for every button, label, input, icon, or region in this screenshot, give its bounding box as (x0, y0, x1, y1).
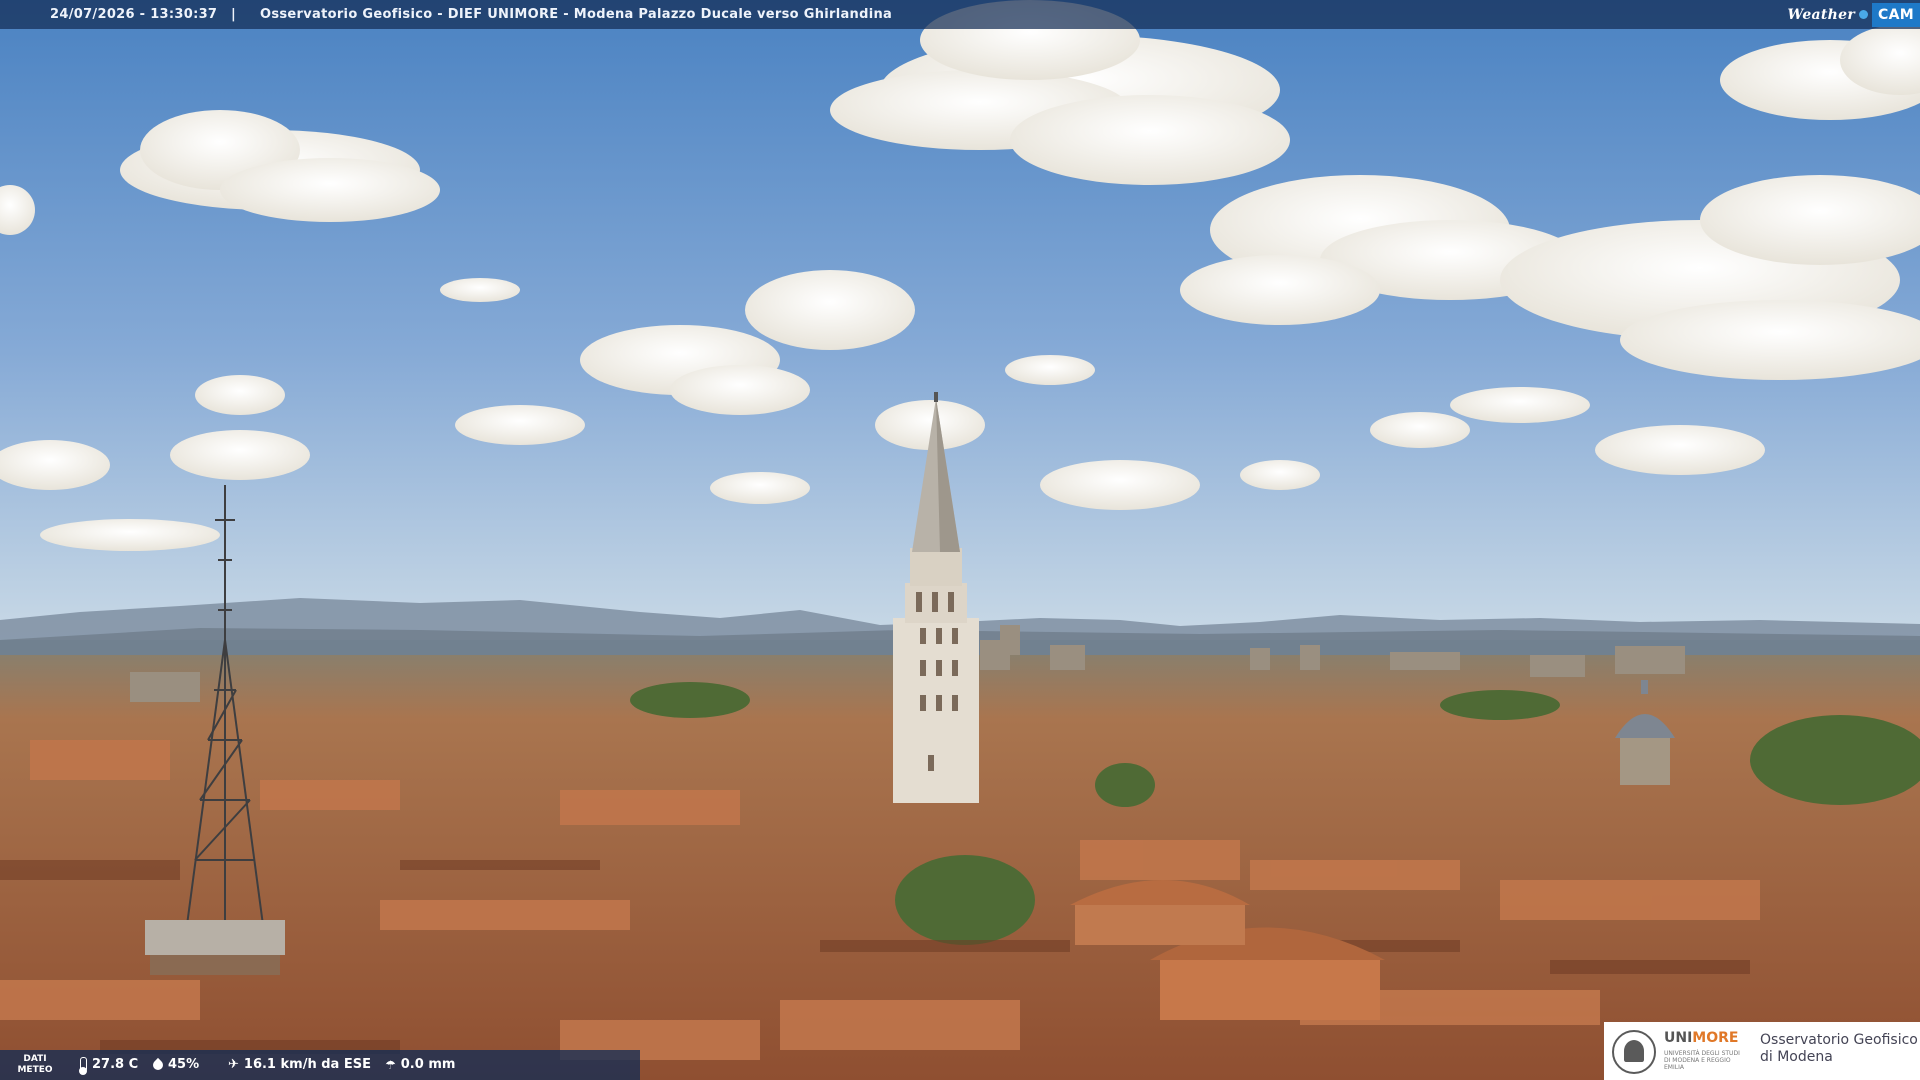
observatory-name: Osservatorio Geofisico di Modena (1760, 1032, 1918, 1066)
weathercam-logo: Weather CAM (1787, 0, 1920, 29)
brand-weather: Weather (1787, 6, 1856, 23)
caption-separator: | (231, 7, 237, 22)
rain-value: 0.0 mm (400, 1057, 456, 1072)
wind-icon: ✈ (228, 1057, 239, 1072)
timestamp: 24/07/2026 - 13:30:37 (50, 7, 218, 22)
caption-bar: 24/07/2026 - 13:30:37 | Osservatorio Geo… (0, 0, 1920, 29)
unimore-uni: UNI (1664, 1030, 1693, 1046)
observatory-line-2: di Modena (1760, 1049, 1833, 1065)
rain-reading: ☂ 0.0 mm (385, 1057, 455, 1072)
dati-line-2: METEO (17, 1065, 53, 1075)
brand-dot-icon (1859, 10, 1869, 19)
dati-meteo-label: DATI METEO (0, 1050, 70, 1080)
temperature-reading: 27.8 C (79, 1057, 139, 1075)
unimore-subtitle: UNIVERSITÀ DEGLI STUDI DI MODENA E REGGI… (1664, 1050, 1740, 1071)
camera-title: Osservatorio Geofisico - DIEF UNIMORE - … (260, 7, 893, 22)
thermometer-icon (79, 1057, 87, 1075)
droplet-icon (150, 1057, 166, 1072)
weather-data-strip: DATI METEO 27.8 C 45% ✈ 16.1 km/h da ESE… (0, 1050, 640, 1080)
wind-value: 16.1 km/h da ESE (243, 1057, 371, 1072)
observatory-line-1: Osservatorio Geofisico (1760, 1032, 1918, 1048)
unimore-wordmark: UNIMORE (1664, 1030, 1738, 1046)
dati-line-1: DATI (23, 1054, 47, 1064)
rain-icon: ☂ (385, 1057, 396, 1072)
webcam-scene (0, 0, 1920, 1080)
university-seal-icon (1612, 1030, 1656, 1074)
humidity-value: 45% (168, 1057, 200, 1072)
brand-cam: CAM (1872, 2, 1920, 27)
unimore-more: MORE (1692, 1030, 1739, 1046)
humidity-reading: 45% (150, 1057, 200, 1072)
wind-reading: ✈ 16.1 km/h da ESE (228, 1057, 371, 1072)
temperature-value: 27.8 C (92, 1057, 139, 1072)
unimore-logo-panel: UNIMORE UNIVERSITÀ DEGLI STUDI DI MODENA… (1604, 1022, 1920, 1080)
